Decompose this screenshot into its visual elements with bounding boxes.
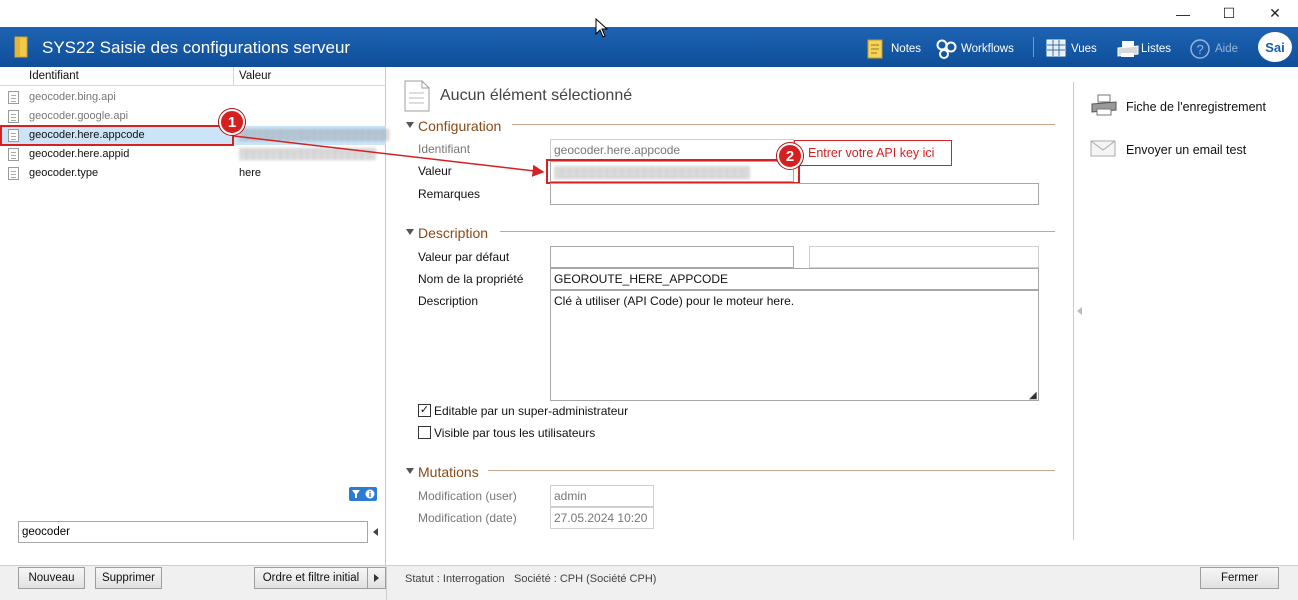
collapse-mutations-icon[interactable] — [406, 468, 414, 474]
nom-propriete-label: Nom de la propriété — [418, 272, 524, 286]
supprimer-button[interactable]: Supprimer — [95, 567, 162, 589]
printer-icon — [1090, 94, 1118, 119]
ordre-filtre-dropdown[interactable] — [368, 567, 386, 589]
description-label: Description — [418, 294, 479, 308]
editable-checkbox[interactable]: ✓ — [418, 404, 431, 417]
section-divider — [500, 231, 1055, 232]
visible-checkbox-label: Visible par tous les utilisateurs — [434, 426, 596, 440]
description-textarea[interactable]: Clé à utiliser (API Code) pour le moteur… — [550, 290, 1039, 401]
nom-propriete-field[interactable]: GEOROUTE_HERE_APPCODE — [550, 268, 1039, 290]
societe-text: Société : CPH (Société CPH) — [514, 573, 657, 585]
modification-date-label: Modification (date) — [418, 511, 517, 525]
status-text: Statut : Interrogation — [405, 573, 505, 585]
collapse-right-icon[interactable] — [1077, 307, 1082, 315]
collapse-description-icon[interactable] — [406, 229, 414, 235]
visible-checkbox[interactable] — [418, 426, 431, 439]
modification-user-field: admin — [550, 485, 654, 507]
valeur-defaut-secondary-field — [809, 246, 1039, 268]
envoyer-email-action[interactable]: Envoyer un email test — [1090, 138, 1246, 161]
right-panel-divider — [1073, 82, 1074, 540]
fermer-button[interactable]: Fermer — [1200, 567, 1279, 589]
valeur-defaut-label: Valeur par défaut — [418, 250, 510, 264]
envoyer-email-label: Envoyer un email test — [1126, 142, 1247, 157]
ordre-filtre-button[interactable]: Ordre et filtre initial — [254, 567, 368, 589]
section-title-mutations: Mutations — [418, 464, 479, 480]
resize-handle-icon[interactable]: ◢ — [1029, 390, 1037, 401]
valeur-defaut-field[interactable] — [550, 246, 794, 268]
editable-checkbox-label: Editable par un super-administrateur — [434, 404, 629, 418]
bottom-bar: Nouveau Supprimer Ordre et filtre initia… — [0, 565, 1298, 600]
nouveau-button[interactable]: Nouveau — [18, 567, 85, 589]
chevron-right-icon — [374, 574, 379, 582]
fiche-enregistrement-action[interactable]: Fiche de l'enregistrement — [1090, 94, 1266, 119]
section-title-description: Description — [418, 225, 489, 241]
section-divider — [488, 470, 1055, 471]
envelope-icon — [1090, 138, 1116, 161]
modification-user-label: Modification (user) — [418, 489, 517, 503]
bottom-divider — [386, 565, 387, 600]
modification-date-field: 27.05.2024 10:20 — [550, 507, 654, 529]
mouse-cursor-icon — [595, 18, 609, 38]
fiche-enregistrement-label: Fiche de l'enregistrement — [1126, 99, 1266, 114]
